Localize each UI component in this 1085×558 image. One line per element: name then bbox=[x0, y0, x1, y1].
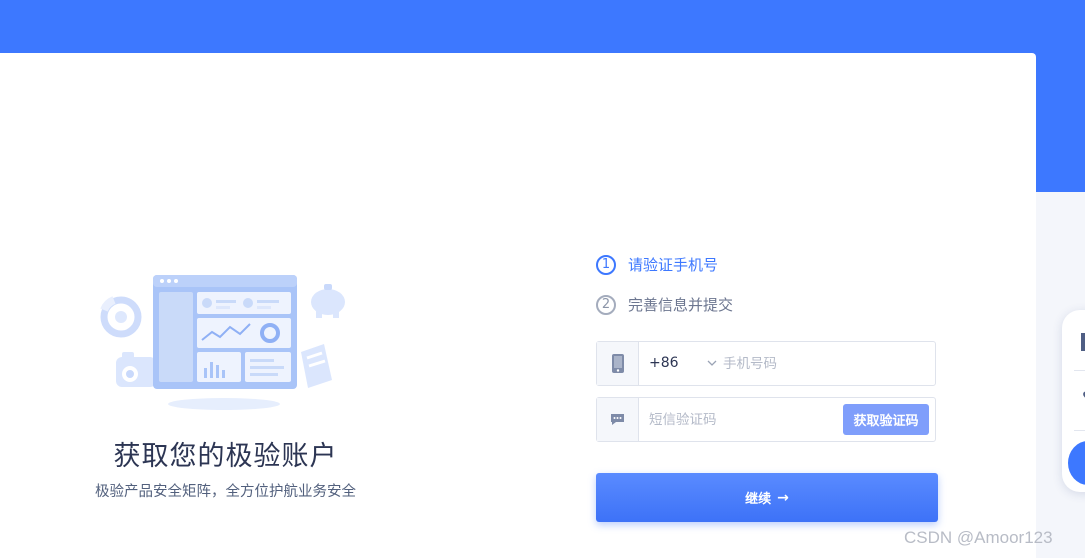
step-number: 1 bbox=[596, 254, 616, 275]
step-number: 2 bbox=[596, 294, 616, 315]
hero-title: 获取您的极验账户 bbox=[113, 441, 338, 472]
toolbar-divider bbox=[1074, 430, 1085, 431]
arrow-right-icon: → bbox=[777, 489, 789, 506]
step-label: 完善信息并提交 bbox=[628, 296, 734, 314]
step-label: 请验证手机号 bbox=[628, 256, 719, 274]
watermark: CSDN @Amoor123 bbox=[904, 528, 1053, 547]
phone-icon bbox=[597, 342, 639, 385]
get-sms-code-button[interactable]: 获取验证码 bbox=[843, 404, 929, 435]
step-verify-phone: 1 请验证手机号 bbox=[596, 254, 718, 275]
dashboard-illustration bbox=[100, 275, 345, 410]
sms-code-input[interactable] bbox=[649, 399, 829, 440]
chevron-down-icon[interactable] bbox=[706, 357, 718, 369]
toolbar-divider bbox=[1074, 370, 1085, 371]
phone-field: +86 bbox=[596, 341, 936, 386]
piggy-decoration bbox=[311, 284, 345, 318]
camera-decoration bbox=[116, 352, 156, 387]
document-decoration bbox=[301, 344, 332, 388]
menu-icon[interactable] bbox=[1081, 333, 1085, 351]
continue-button[interactable]: 继续 → bbox=[596, 473, 938, 522]
step-complete-info: 2 完善信息并提交 bbox=[596, 294, 733, 315]
continue-label: 继续 bbox=[745, 492, 772, 507]
phone-input[interactable] bbox=[723, 343, 923, 384]
hero-subtitle: 极验产品安全矩阵，全方位护航业务安全 bbox=[95, 484, 356, 500]
message-icon bbox=[597, 398, 639, 441]
ring-decoration bbox=[100, 296, 142, 338]
sms-code-field: 获取验证码 bbox=[596, 397, 936, 442]
country-code-select[interactable]: +86 bbox=[649, 342, 679, 385]
